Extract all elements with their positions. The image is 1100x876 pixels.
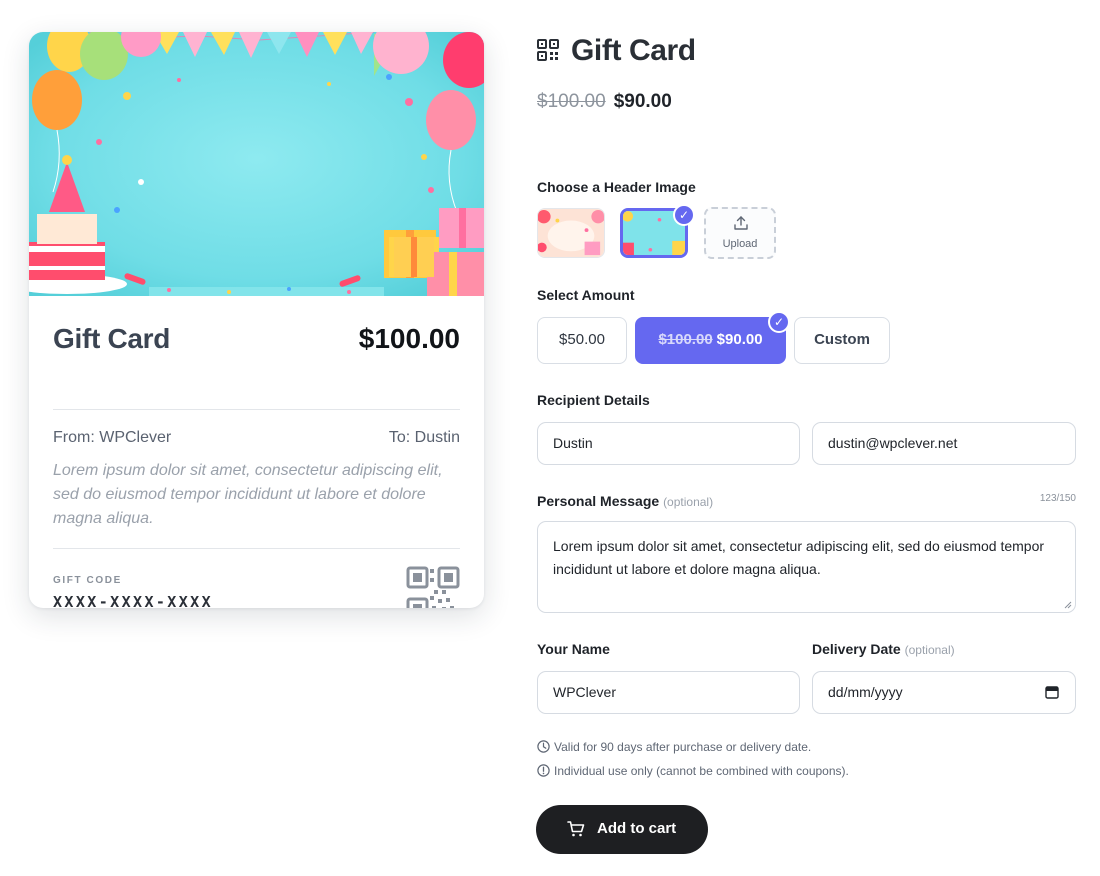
personal-message-textarea[interactable]: Lorem ipsum dolor sit amet, consectetur … bbox=[537, 521, 1076, 613]
price-original: $100.00 bbox=[537, 91, 606, 112]
selected-check-icon: ✓ bbox=[768, 311, 790, 333]
gift-code-value: XXXX-XXXX-XXXX bbox=[53, 593, 214, 608]
usage-note-text: Individual use only (cannot be combined … bbox=[554, 764, 849, 778]
amount-option-custom[interactable]: Custom bbox=[794, 317, 890, 364]
amount-option[interactable]: $50.00 bbox=[537, 317, 627, 364]
clock-icon bbox=[537, 740, 550, 753]
card-message: Lorem ipsum dolor sit amet, consectetur … bbox=[53, 462, 443, 527]
amount-sale-price: $90.00 bbox=[716, 331, 763, 348]
amount-original-price: $100.00 bbox=[658, 331, 713, 348]
character-counter: 123/150 bbox=[1039, 493, 1076, 504]
optional-hint: (optional) bbox=[904, 643, 955, 657]
amount-option-selected[interactable]: $100.00 $90.00 bbox=[635, 317, 786, 364]
recipient-name-input[interactable]: Dustin bbox=[537, 422, 800, 465]
delivery-date-label-text: Delivery Date bbox=[812, 641, 901, 657]
info-icon bbox=[537, 764, 550, 777]
usage-note: Individual use only (cannot be combined … bbox=[537, 763, 849, 779]
message-label-text: Personal Message bbox=[537, 493, 660, 509]
your-name-input[interactable]: WPClever bbox=[537, 671, 800, 714]
add-to-cart-label: Add to cart bbox=[597, 820, 677, 837]
product-price: $100.00 $90.00 bbox=[537, 91, 672, 113]
card-header-image bbox=[29, 32, 484, 296]
recipient-email-input[interactable]: dustin@wpclever.net bbox=[812, 422, 1076, 465]
validity-note-text: Valid for 90 days after purchase or deli… bbox=[554, 740, 812, 754]
delivery-date-label: Delivery Date (optional) bbox=[812, 641, 955, 657]
card-to: To: Dustin bbox=[388, 429, 460, 446]
price-sale: $90.00 bbox=[613, 91, 672, 112]
page-title: Gift Card bbox=[571, 34, 696, 67]
header-image-label: Choose a Header Image bbox=[537, 179, 696, 195]
upload-icon bbox=[734, 216, 748, 230]
header-image-option[interactable] bbox=[537, 208, 605, 258]
message-label: Personal Message (optional) bbox=[537, 493, 713, 509]
add-to-cart-button[interactable]: Add to cart bbox=[536, 805, 708, 854]
gift-code-label: GIFT CODE bbox=[53, 575, 122, 586]
birthday-image-thumbnail bbox=[538, 209, 604, 257]
validity-note: Valid for 90 days after purchase or deli… bbox=[537, 739, 811, 755]
your-name-label: Your Name bbox=[537, 641, 610, 657]
selected-check-icon: ✓ bbox=[673, 204, 695, 226]
card-from: From: WPClever bbox=[53, 429, 172, 446]
recipient-label: Recipient Details bbox=[537, 392, 650, 408]
date-placeholder: dd/mm/yyyy bbox=[828, 684, 903, 700]
personal-message-text: Lorem ipsum dolor sit amet, consectetur … bbox=[553, 538, 1045, 577]
delivery-date-input[interactable]: dd/mm/yyyy bbox=[812, 671, 1076, 714]
card-divider bbox=[53, 409, 460, 410]
card-title-row: Gift Card $100.00 bbox=[53, 323, 460, 359]
resize-handle-icon[interactable] bbox=[1064, 601, 1072, 609]
optional-hint: (optional) bbox=[663, 495, 714, 509]
calendar-icon[interactable] bbox=[1045, 685, 1059, 699]
card-divider bbox=[53, 548, 460, 549]
card-title: Gift Card bbox=[53, 323, 171, 354]
qr-code-icon bbox=[406, 566, 460, 608]
cart-icon bbox=[567, 821, 585, 837]
gift-card-preview: Gift Card $100.00 From: WPClever To: Dus… bbox=[29, 32, 484, 608]
card-price: $100.00 bbox=[358, 323, 460, 354]
qr-code-icon bbox=[537, 39, 559, 61]
amount-label: Select Amount bbox=[537, 287, 635, 303]
upload-label: Upload bbox=[722, 238, 758, 250]
upload-image-button[interactable]: Upload bbox=[704, 207, 776, 259]
